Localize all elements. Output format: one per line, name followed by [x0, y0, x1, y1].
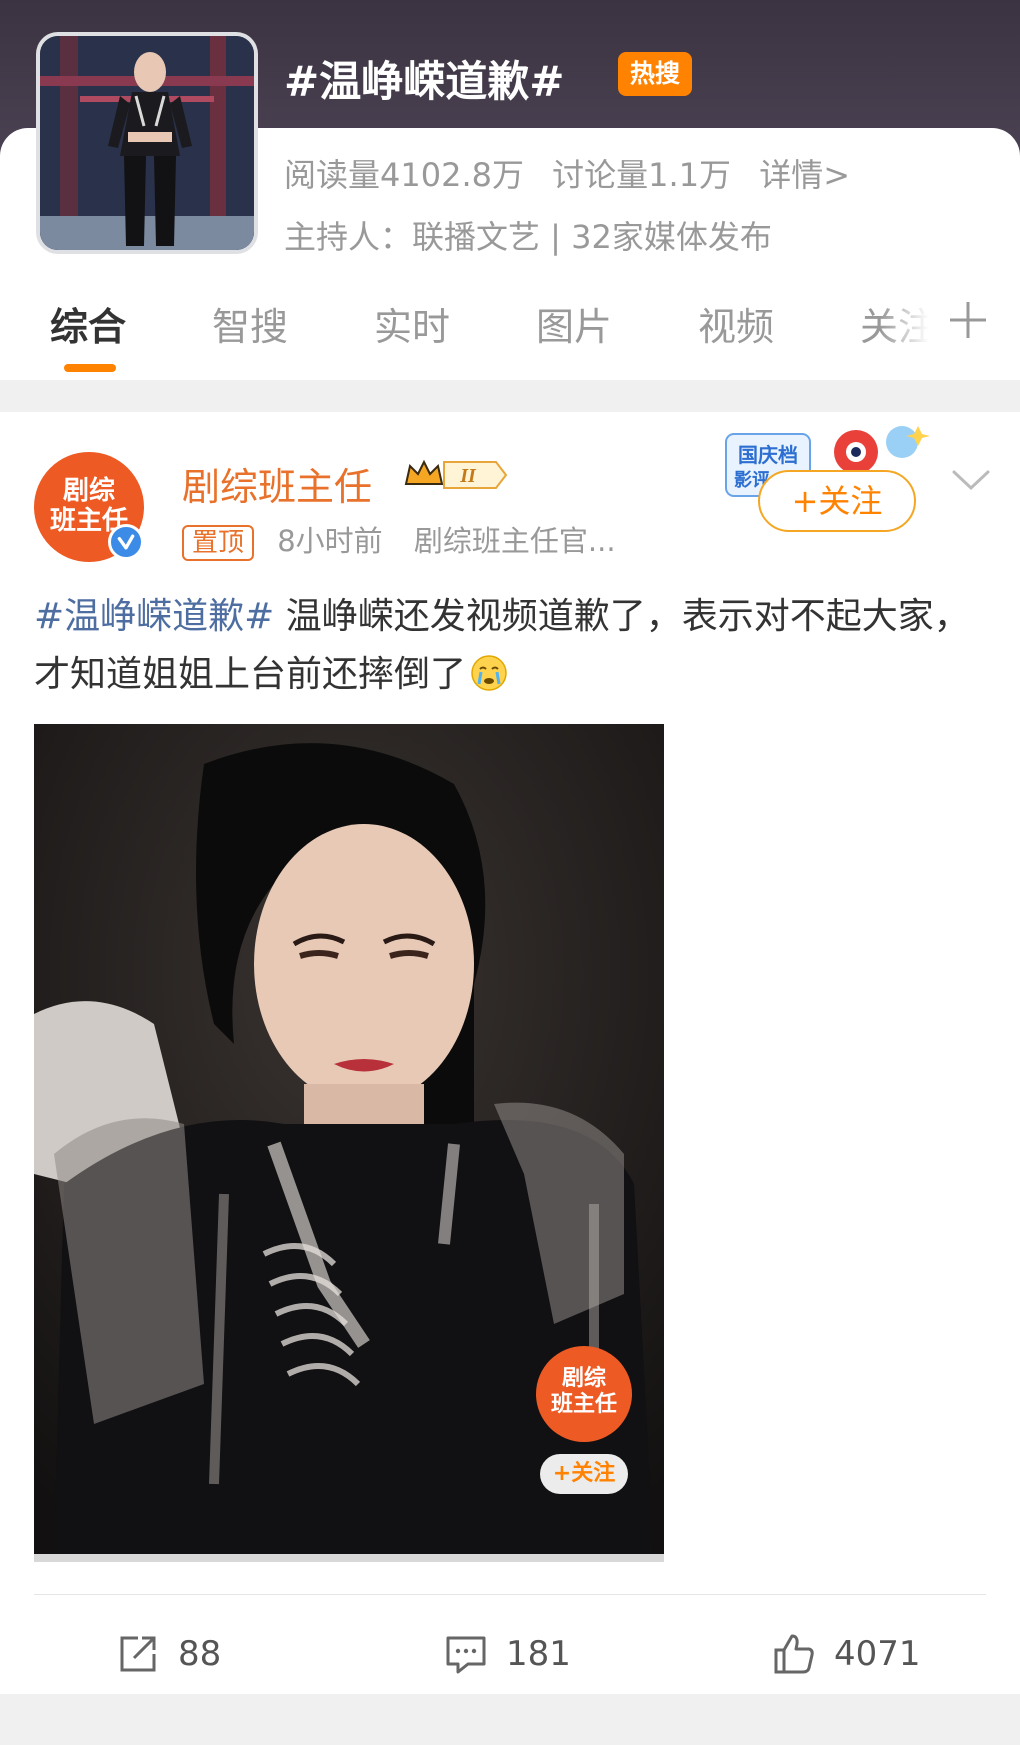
post-meta: 置顶 8小时前 剧综班主任官... [182, 518, 616, 561]
topic-host-line: 主持人：联播文艺 | 32家媒体发布 [284, 218, 772, 256]
tab-images[interactable]: 图片 [536, 296, 612, 351]
like-button[interactable]: 4071 [772, 1624, 921, 1684]
member-level-text: II [459, 465, 477, 487]
watermark-logo[interactable]: 剧综 班主任 [536, 1346, 632, 1442]
post-time: 8小时前 [277, 524, 383, 558]
crying-face-icon [471, 655, 507, 691]
tab-realtime[interactable]: 实时 [374, 296, 450, 351]
tab-fade-overlay [880, 280, 950, 380]
comment-icon [446, 1636, 486, 1674]
tab-smart-search[interactable]: 智搜 [212, 296, 288, 351]
follow-button[interactable]: +关注 [758, 470, 916, 532]
chevron-down-icon[interactable] [950, 466, 992, 494]
post-media[interactable]: 剧综 班主任 +关注 [34, 724, 664, 1674]
member-crown-icon: II [404, 459, 508, 489]
repost-count: 88 [178, 1634, 222, 1674]
post-hashtag[interactable]: #温峥嵘道歉# [34, 596, 274, 637]
video-progress-bar[interactable] [34, 1554, 664, 1562]
watermark-logo-text: 剧综 班主任 [550, 1366, 617, 1417]
hot-search-badge: 热搜 [618, 52, 692, 96]
post-video-thumbnail[interactable]: 剧综 班主任 +关注 [34, 724, 664, 1554]
discussion-count: 讨论量1.1万 [552, 156, 732, 194]
plus-icon[interactable] [946, 298, 990, 342]
tab-bar: 综合 智搜 实时 图片 视频 关注 [0, 280, 1020, 380]
tab-videos[interactable]: 视频 [698, 296, 774, 351]
like-count: 4071 [834, 1634, 921, 1674]
watermark-follow-button[interactable]: +关注 [540, 1454, 628, 1494]
repost-button[interactable]: 88 [116, 1624, 221, 1684]
topic-cover-image[interactable] [36, 32, 258, 254]
svg-text:国庆档: 国庆档 [738, 443, 798, 467]
comment-count: 181 [506, 1634, 571, 1674]
comment-button[interactable]: 181 [444, 1624, 571, 1684]
topic-stats: 阅读量4102.8万 讨论量1.1万 详情> [284, 150, 868, 196]
post-body: #温峥嵘道歉# 温峥嵘还发视频道歉了，表示对不起大家，才知道姐姐上台前还摔倒了 [34, 588, 989, 704]
tab-comprehensive[interactable]: 综合 [50, 296, 126, 351]
pinned-badge: 置顶 [182, 525, 255, 561]
verified-icon [108, 524, 144, 560]
active-tab-indicator [64, 364, 116, 372]
thumbs-up-icon [774, 1634, 814, 1674]
topic-title: #温峥嵘道歉# [284, 57, 565, 106]
post-source[interactable]: 剧综班主任官... [414, 524, 616, 558]
details-link[interactable]: 详情> [759, 156, 850, 194]
author-name[interactable]: 剧综班主任 [182, 456, 372, 511]
read-count: 阅读量4102.8万 [284, 156, 524, 194]
post-card: 剧综 班主任 剧综班主任 II 置顶 8小时前 剧综班主任官... 国庆档 影评 … [0, 412, 1020, 1694]
repost-icon [120, 1636, 156, 1672]
actions-divider [34, 1594, 986, 1595]
